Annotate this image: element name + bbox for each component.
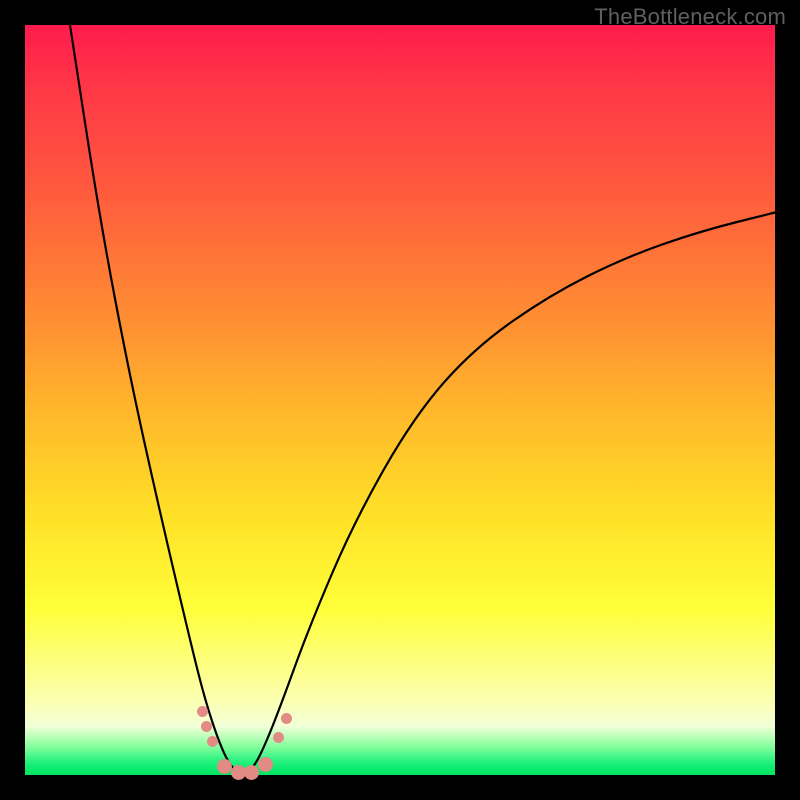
plot-area: [25, 25, 775, 775]
watermark-text: TheBottleneck.com: [594, 4, 786, 30]
curve-layer: [25, 25, 775, 775]
chart-frame: TheBottleneck.com: [0, 0, 800, 800]
bottleneck-curve: [70, 25, 775, 773]
